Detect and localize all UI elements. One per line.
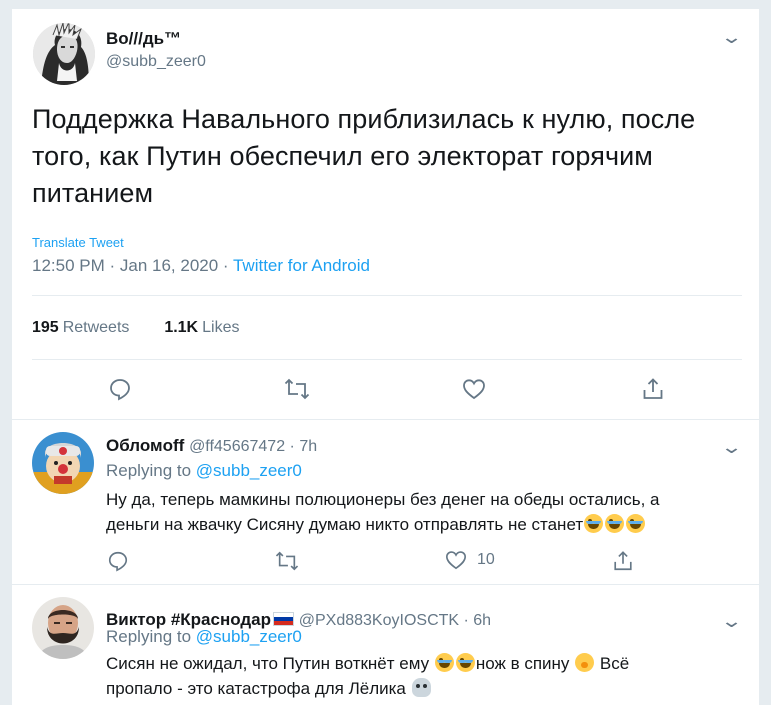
chevron-down-icon[interactable]: ⌄ xyxy=(720,27,743,48)
avatar[interactable] xyxy=(32,432,94,494)
laughing-emoji-icon xyxy=(434,653,454,672)
replying-to: Replying to @subb_zeer0 xyxy=(106,627,302,647)
retweets-label: Retweets xyxy=(62,319,130,336)
author-handle[interactable]: @subb_zeer0 xyxy=(106,53,206,71)
reply-text: Сисян не ожидал, что Путин воткнёт ему н… xyxy=(106,651,746,701)
likes-stat[interactable]: 1.1K Likes xyxy=(164,319,239,336)
russia-flag-icon xyxy=(273,612,295,626)
translate-tweet-link[interactable]: Translate Tweet xyxy=(32,235,124,250)
skull-emoji-icon xyxy=(411,678,431,697)
tweet-actions xyxy=(12,371,761,407)
replying-to-handle[interactable]: @subb_zeer0 xyxy=(196,461,302,480)
reply-author-name[interactable]: Обломoff xyxy=(106,436,184,455)
chevron-down-icon[interactable]: ⌄ xyxy=(720,611,743,632)
reply-author-handle[interactable]: @PXd883KoyIOSCTK · 6h xyxy=(299,612,491,629)
like-icon[interactable] xyxy=(445,549,467,571)
tweet-thread: Bo///дь™ @subb_zeer0 ⌄ Поддержка Навальн… xyxy=(11,9,761,705)
retweets-stat[interactable]: 195 Retweets xyxy=(32,319,129,336)
retweet-icon[interactable] xyxy=(282,374,312,404)
laughing-emoji-icon xyxy=(605,514,625,533)
reply-text-line: деньги на жвачку Сисяну думаю никто отпр… xyxy=(106,515,584,534)
tweet-timestamp[interactable]: 12:50 PM · Jan 16, 2020 · xyxy=(32,256,233,275)
replying-to-handle[interactable]: @subb_zeer0 xyxy=(196,627,302,646)
hand-over-mouth-emoji-icon xyxy=(575,653,595,672)
author-name[interactable]: Bo///дь™ xyxy=(106,29,181,49)
avatar[interactable] xyxy=(32,597,94,659)
reply-icon[interactable] xyxy=(103,546,133,576)
like-count: 10 xyxy=(477,551,495,568)
like-button[interactable]: 10 xyxy=(445,549,495,571)
retweet-icon[interactable] xyxy=(272,546,302,576)
reply-text: Ну да, теперь мамкины полюционеры без де… xyxy=(106,487,746,537)
replying-to-label: Replying to xyxy=(106,461,196,480)
reply-author[interactable]: Обломoff @ff45667472 · 7h xyxy=(106,436,317,456)
reply-text-line: Сисян не ожидал, что Путин воткнёт ему xyxy=(106,654,434,673)
reply-text-line: пропало - это катастрофа для Лёлика xyxy=(106,679,411,698)
tweet-text: Поддержка Навального приблизилась к нулю… xyxy=(32,104,696,208)
divider xyxy=(32,359,742,360)
laughing-emoji-icon xyxy=(584,514,604,533)
reply-text-line: Всё xyxy=(595,654,630,673)
reply-text-line: нож в спину xyxy=(475,654,575,673)
tweet-source-link[interactable]: Twitter for Android xyxy=(233,256,370,275)
likes-label: Likes xyxy=(202,319,240,336)
reply-author-handle[interactable]: @ff45667472 · 7h xyxy=(189,438,317,455)
like-icon[interactable] xyxy=(459,374,489,404)
replying-to: Replying to @subb_zeer0 xyxy=(106,461,302,481)
divider xyxy=(12,419,761,420)
replying-to-label: Replying to xyxy=(106,627,196,646)
divider xyxy=(32,295,742,296)
reply-text-line: Ну да, теперь мамкины полюционеры без де… xyxy=(106,490,660,509)
chevron-down-icon[interactable]: ⌄ xyxy=(720,437,743,458)
tweet-stats: 195 Retweets 1.1K Likes xyxy=(32,319,239,337)
tweet-meta: 12:50 PM · Jan 16, 2020 · Twitter for An… xyxy=(32,256,370,276)
share-icon[interactable] xyxy=(638,374,668,404)
laughing-emoji-icon xyxy=(455,653,475,672)
divider xyxy=(12,584,761,585)
retweets-count: 195 xyxy=(32,319,59,336)
likes-count: 1.1K xyxy=(164,319,199,336)
laughing-emoji-icon xyxy=(626,514,646,533)
share-icon[interactable] xyxy=(608,546,638,576)
reply-icon[interactable] xyxy=(105,374,135,404)
avatar[interactable] xyxy=(33,23,95,85)
